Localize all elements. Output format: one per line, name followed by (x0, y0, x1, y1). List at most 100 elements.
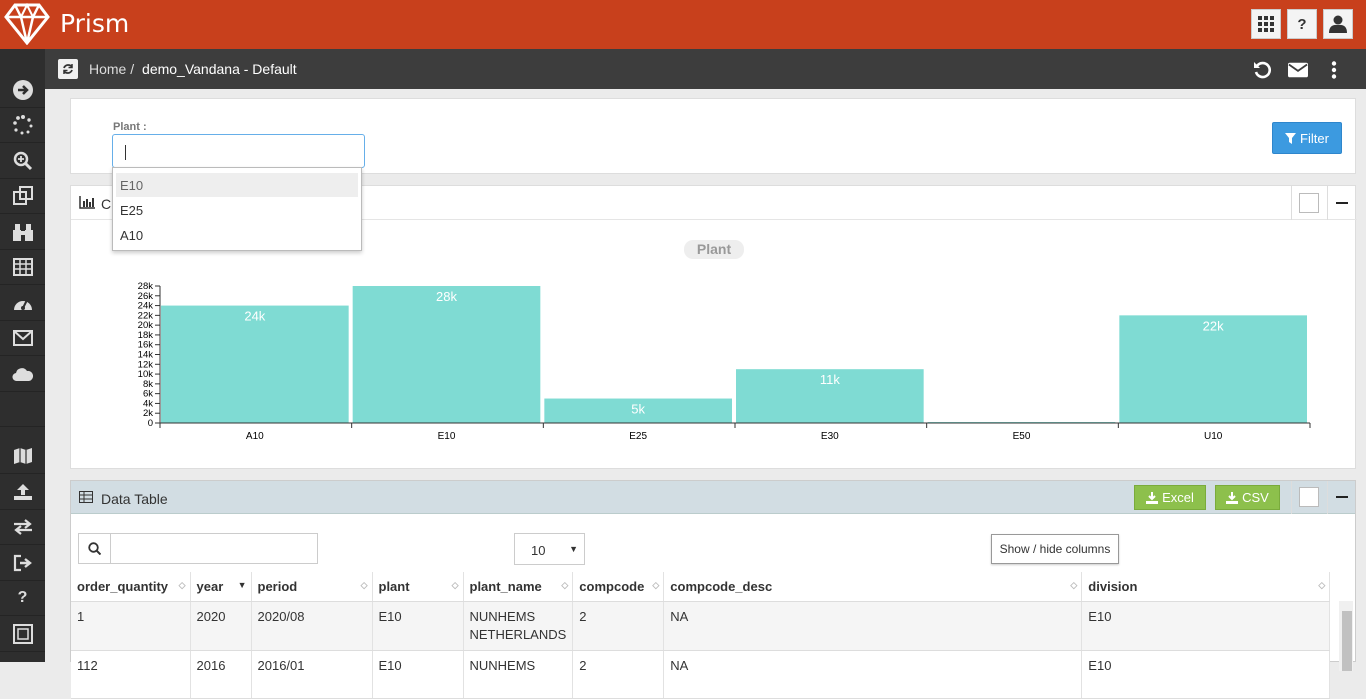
sidebar-item-cloud[interactable] (0, 357, 45, 392)
dropdown-option-e25[interactable]: E25 (116, 198, 358, 222)
cell: NUNHEMS NETHERLANDS (463, 601, 574, 651)
zoom-icon (13, 151, 32, 171)
undo-icon (1254, 61, 1271, 79)
help-button[interactable]: ? (1287, 9, 1317, 39)
breadcrumb-bar: Home / demo_Vandana - Default (45, 49, 1366, 89)
breadcrumb-home[interactable]: Home (89, 61, 126, 77)
page-length-value: 10 (531, 543, 546, 558)
y-tick-label: 8k (143, 379, 153, 390)
column-header-order-quantity[interactable]: order_quantity ◇ (71, 572, 191, 602)
bar-data-label: 28k (436, 289, 457, 304)
mail-icon (12, 330, 33, 346)
sidebar-item-table[interactable] (0, 250, 45, 285)
search-addon (79, 534, 111, 563)
sidebar: ? (0, 49, 45, 662)
sidebar-item-logout[interactable] (0, 546, 45, 581)
sidebar-item-expand[interactable] (0, 73, 45, 108)
refresh-button[interactable] (58, 59, 78, 79)
column-header-year[interactable]: year ▼ (190, 572, 252, 602)
table-row[interactable]: 1 2020 2020/08 E10 NUNHEMS NETHERLANDS 2… (71, 601, 1331, 651)
csv-label: CSV (1242, 490, 1269, 505)
cell: NA (663, 601, 1083, 651)
clone-icon (12, 186, 33, 205)
reset-button[interactable] (1252, 60, 1272, 80)
sort-icon: ◇ (178, 580, 186, 590)
apps-grid-button[interactable] (1251, 9, 1281, 39)
sidebar-item-mail[interactable] (0, 321, 45, 356)
column-header-compcode[interactable]: compcode ◇ (572, 572, 665, 602)
column-header-plant-name[interactable]: plant_name ◇ (463, 572, 574, 602)
grid-icon (1258, 16, 1274, 32)
bar-chart-icon (79, 196, 95, 209)
export-csv-button[interactable]: CSV (1215, 485, 1280, 510)
plant-select-input[interactable] (112, 134, 365, 168)
sidebar-item-help[interactable]: ? (0, 581, 45, 616)
column-label: plant_name (469, 578, 542, 594)
sign-out-icon (13, 554, 32, 572)
sidebar-item-map[interactable] (0, 439, 45, 474)
filter-panel: Plant : Filter (70, 98, 1356, 174)
show-hide-columns-button[interactable]: Show / hide columns (991, 534, 1119, 564)
y-tick-label: 0 (148, 418, 153, 429)
y-tick-label: 2k (143, 408, 153, 419)
cell: 112 (71, 650, 191, 699)
sidebar-item-exchange[interactable] (0, 510, 45, 545)
y-tick-label: 22k (138, 310, 154, 321)
breadcrumb: Home / demo_Vandana - Default (89, 61, 297, 77)
email-button[interactable] (1288, 60, 1308, 80)
dashboard-icon (13, 299, 32, 310)
search-input[interactable] (112, 534, 317, 563)
binoculars-icon (12, 224, 33, 241)
dropdown-option-e10[interactable]: E10 (116, 173, 358, 197)
column-header-compcode-desc[interactable]: compcode_desc ◇ (663, 572, 1083, 602)
dropdown-option-a10[interactable]: A10 (116, 223, 358, 247)
column-header-division[interactable]: division ◇ (1081, 572, 1331, 602)
sidebar-item-dashboard[interactable] (0, 286, 45, 321)
frame-icon (12, 624, 33, 644)
page-length-select[interactable]: 10 ▼ (514, 533, 585, 565)
table-row[interactable]: 112 2016 2016/01 E10 NUNHEMS 2 NA E10 (71, 650, 1331, 699)
filter-button-label: Filter (1300, 130, 1329, 146)
plant-bar-chart: Plant 02k4k6k8k10k12k14k16k18k20k22k24k2… (138, 240, 1311, 442)
spinner-icon (12, 115, 32, 135)
y-tick-label: 12k (138, 359, 154, 370)
sidebar-item-loading[interactable] (0, 108, 45, 143)
cell: 2020 (190, 601, 252, 651)
chart-minimize-button[interactable] (1336, 202, 1348, 204)
sidebar-separator (0, 392, 45, 427)
sort-icon: ◇ (652, 580, 660, 590)
export-excel-button[interactable]: Excel (1134, 485, 1206, 510)
table-minimize-button[interactable] (1336, 496, 1348, 498)
chart-expand-button[interactable] (1299, 193, 1319, 213)
header-divider (1327, 186, 1328, 220)
bar-data-label: 11k (820, 372, 840, 387)
column-header-period[interactable]: period ◇ (251, 572, 373, 602)
filter-button[interactable]: Filter (1272, 122, 1342, 154)
x-tick-label: A10 (246, 431, 264, 442)
sidebar-item-clone[interactable] (0, 179, 45, 214)
table-scrollbar-thumb[interactable] (1342, 611, 1352, 671)
more-options-button[interactable] (1324, 60, 1344, 80)
y-tick-label: 24k (138, 301, 154, 312)
download-icon (1226, 491, 1239, 504)
column-header-plant[interactable]: plant ◇ (372, 572, 464, 602)
question-icon: ? (17, 589, 28, 606)
table-header-row: order_quantity ◇ year ▼ period ◇ plant ◇ pla… (71, 572, 1331, 602)
vertical-dots-icon (1331, 61, 1337, 79)
user-button[interactable] (1323, 9, 1353, 39)
data-table-header: Data Table Excel CSV (71, 481, 1355, 514)
column-label: division (1088, 578, 1138, 594)
cell: E10 (1081, 650, 1331, 699)
data-table: order_quantity ◇ year ▼ period ◇ plant ◇ pla… (71, 572, 1331, 699)
cell: NA (663, 650, 1083, 699)
sidebar-item-zoom[interactable] (0, 144, 45, 179)
sidebar-item-upload[interactable] (0, 475, 45, 510)
y-tick-label: 26k (138, 291, 154, 302)
app-name: Prism (60, 9, 130, 38)
sidebar-item-explore[interactable] (0, 215, 45, 250)
header-divider (1291, 481, 1292, 514)
plant-label: Plant : (113, 121, 147, 133)
prism-logo-icon (4, 3, 50, 45)
table-expand-button[interactable] (1299, 487, 1319, 507)
sidebar-item-frame[interactable] (0, 617, 45, 652)
